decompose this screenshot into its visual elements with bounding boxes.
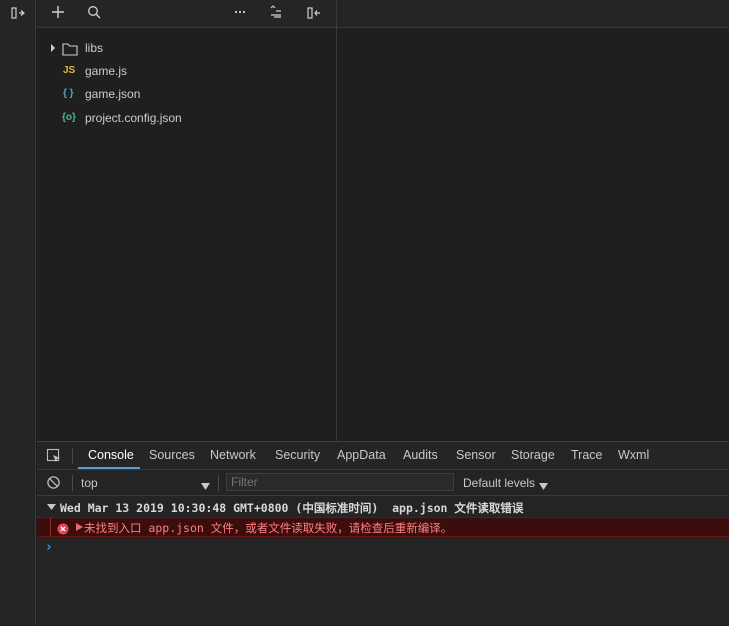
console-prompt[interactable]: ›: [37, 539, 729, 557]
inspect-element-icon[interactable]: [46, 448, 62, 467]
context-select[interactable]: top: [75, 472, 215, 493]
tree-item-game-json[interactable]: { } game.json: [37, 83, 336, 105]
activity-bar: [0, 0, 36, 625]
tab-appdata[interactable]: AppData: [337, 442, 386, 469]
clear-console-icon[interactable]: [46, 475, 61, 493]
tab-network[interactable]: Network: [210, 442, 256, 469]
tree-item-label: libs: [85, 41, 104, 55]
toolbar-separator: [218, 475, 219, 491]
tree-item-label: project.config.json: [85, 111, 182, 125]
active-tab-indicator: [78, 467, 140, 469]
collapse-icon[interactable]: [267, 5, 285, 23]
dropdown-arrow-icon: [539, 479, 548, 493]
tab-trace[interactable]: Trace: [571, 442, 603, 469]
error-icon: [57, 521, 69, 541]
tab-sources[interactable]: Sources: [149, 442, 195, 469]
tree-item-game-js[interactable]: JS game.js: [37, 60, 336, 82]
tree-item-label: game.js: [85, 64, 128, 78]
more-icon[interactable]: [231, 5, 249, 23]
json-icon: { }: [63, 88, 74, 99]
toolbar-separator: [72, 475, 73, 491]
panel-toggle-icon[interactable]: [9, 5, 27, 23]
devtools-panel: Console Sources Network Security AppData…: [37, 441, 729, 625]
tab-storage[interactable]: Storage: [511, 442, 555, 469]
toolbar-separator: [72, 448, 73, 464]
search-icon[interactable]: [85, 5, 103, 23]
tab-sensor[interactable]: Sensor: [456, 442, 496, 469]
console-error-row[interactable]: 未找到入口 app.json 文件，或者文件读取失败，请检查后重新编译。: [37, 517, 729, 537]
console-group-header[interactable]: Wed Mar 13 2019 10:30:48 GMT+0800 (中国标准时…: [37, 499, 729, 517]
log-levels-label: Default levels: [463, 476, 536, 490]
tab-security[interactable]: Security: [275, 442, 320, 469]
error-message-text: 未找到入口 app.json 文件，或者文件读取失败，请检查后重新编译。: [84, 521, 453, 535]
tab-wxml[interactable]: Wxml: [618, 442, 649, 469]
tab-audits[interactable]: Audits: [403, 442, 438, 469]
dropdown-arrow-icon: [201, 479, 210, 493]
config-icon: {o}: [62, 112, 76, 123]
tree-item-libs[interactable]: libs: [37, 37, 336, 59]
console-output: Wed Mar 13 2019 10:30:48 GMT+0800 (中国标准时…: [37, 496, 729, 626]
panel-back-icon[interactable]: [305, 5, 323, 23]
log-levels-select[interactable]: Default levels: [463, 472, 559, 493]
tab-console[interactable]: Console: [88, 442, 134, 469]
file-explorer: libs JS game.js { } game.json {o} projec…: [37, 28, 336, 441]
js-icon: JS: [63, 65, 76, 76]
tree-item-label: game.json: [85, 87, 141, 101]
filter-input[interactable]: [226, 473, 454, 491]
tree-item-project-config[interactable]: {o} project.config.json: [37, 107, 336, 129]
editor-tabbar: [337, 0, 729, 28]
plus-icon[interactable]: [49, 5, 67, 23]
devtools-tabbar: Console Sources Network Security AppData…: [37, 442, 729, 470]
editor-area[interactable]: [337, 28, 729, 441]
context-select-value: top: [81, 476, 98, 490]
group-header-text: Wed Mar 13 2019 10:30:48 GMT+0800 (中国标准时…: [60, 501, 524, 515]
console-filter-bar: top Default levels: [37, 470, 729, 496]
group-indent-line: [50, 518, 51, 536]
explorer-toolbar: [37, 0, 336, 28]
prompt-icon: ›: [45, 540, 53, 555]
